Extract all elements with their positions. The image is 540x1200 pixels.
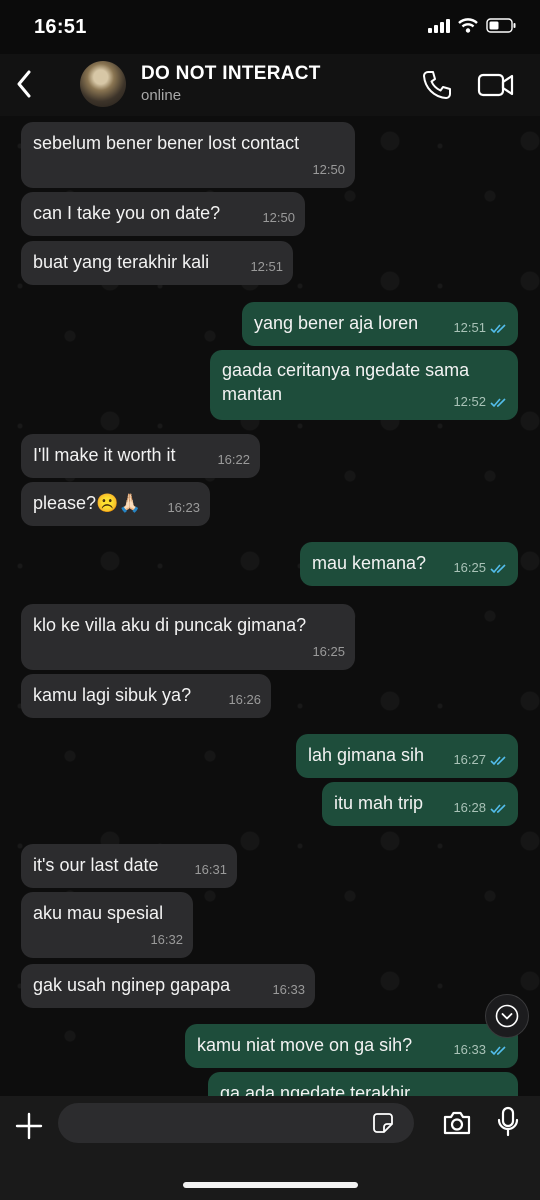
read-receipt-icon — [490, 755, 506, 765]
message-time: 16:33 — [453, 1042, 486, 1057]
phone-icon — [423, 71, 451, 99]
battery-icon — [486, 18, 516, 33]
message-incoming[interactable]: aku mau spesial 16:32 — [21, 892, 193, 958]
read-receipt-icon — [490, 323, 506, 333]
camera-icon — [443, 1111, 471, 1135]
message-incoming[interactable]: it's our last date 16:31 — [21, 844, 237, 888]
message-input[interactable] — [58, 1103, 414, 1143]
status-icons — [428, 18, 516, 33]
message-meta: 16:31 — [194, 858, 227, 882]
message-meta: 16:26 — [228, 688, 261, 712]
message-text: can I take you on date? — [33, 203, 221, 223]
chevron-left-icon — [17, 70, 31, 98]
message-meta: 16:23 — [167, 496, 200, 520]
message-text: gak usah nginep gapapa — [33, 975, 231, 995]
message-outgoing[interactable]: gaada ceritanya ngedate sama mantan 12:5… — [210, 350, 518, 420]
message-meta: 16:33 — [453, 1038, 508, 1062]
contact-name[interactable]: DO NOT INTERACT — [141, 63, 321, 85]
message-incoming[interactable]: can I take you on date? 12:50 — [21, 192, 305, 236]
microphone-icon — [497, 1106, 519, 1137]
message-text: buat yang terakhir kali — [33, 252, 210, 272]
message-incoming[interactable]: gak usah nginep gapapa 16:33 — [21, 964, 315, 1008]
message-outgoing[interactable]: itu mah trip 16:28 — [322, 782, 518, 826]
message-time: 16:23 — [167, 500, 200, 515]
message-time: 16:31 — [194, 862, 227, 877]
message-incoming[interactable]: sebelum bener bener lost contact 12:50 — [21, 122, 355, 188]
message-text: aku mau spesial — [33, 903, 164, 923]
message-time: 16:32 — [150, 932, 183, 947]
chat-area[interactable]: sebelum bener bener lost contact 12:50 c… — [0, 116, 540, 1096]
message-meta: 12:50 — [262, 206, 295, 230]
message-meta: 16:32 — [150, 928, 183, 952]
message-incoming[interactable]: please?☹️🙏🏻 16:23 — [21, 482, 210, 526]
sticker-button[interactable] — [372, 1112, 394, 1134]
message-meta: 16:25 — [453, 556, 508, 580]
message-time: 12:51 — [250, 259, 283, 274]
plus-icon — [15, 1112, 43, 1140]
status-bar: 16:51 — [0, 0, 540, 54]
message-time: 16:22 — [217, 452, 250, 467]
video-camera-icon — [477, 73, 514, 97]
message-meta: 16:28 — [453, 796, 508, 820]
scroll-to-bottom-button[interactable] — [485, 994, 529, 1038]
message-time: 12:50 — [262, 210, 295, 225]
message-outgoing[interactable]: kamu niat move on ga sih? 16:33 — [185, 1024, 518, 1068]
message-meta: 12:50 — [312, 158, 345, 182]
message-meta: 16:25 — [312, 640, 345, 664]
home-indicator — [183, 1182, 358, 1188]
message-outgoing[interactable]: yang bener aja loren 12:51 — [242, 302, 518, 346]
status-time: 16:51 — [34, 16, 87, 38]
message-time: 16:28 — [453, 800, 486, 815]
video-call-button[interactable] — [476, 68, 516, 102]
wifi-icon — [458, 18, 478, 33]
message-meta: 12:51 — [453, 316, 508, 340]
voice-call-button[interactable] — [420, 68, 454, 102]
message-text: kamu lagi sibuk ya? — [33, 685, 192, 705]
message-time: 12:50 — [312, 162, 345, 177]
message-meta: 16:33 — [272, 978, 305, 1002]
chevron-down-icon — [495, 1004, 519, 1028]
message-time: 16:25 — [453, 560, 486, 575]
message-meta: 12:52 — [453, 390, 508, 414]
message-meta: 12:51 — [250, 255, 283, 279]
attach-button[interactable] — [14, 1111, 44, 1141]
contact-status: online — [141, 87, 182, 104]
message-text: ga ada ngedate terakhir — [220, 1083, 411, 1096]
message-incoming[interactable]: klo ke villa aku di puncak gimana? 16:25 — [21, 604, 355, 670]
message-text: I'll make it worth it — [33, 445, 176, 465]
message-meta: 16:27 — [453, 748, 508, 772]
message-time: 16:26 — [228, 692, 261, 707]
message-time: 16:27 — [453, 752, 486, 767]
message-outgoing[interactable]: lah gimana sih 16:27 — [296, 734, 518, 778]
microphone-button[interactable] — [497, 1106, 519, 1138]
read-receipt-icon — [490, 563, 506, 573]
message-text: klo ke villa aku di puncak gimana? — [33, 615, 307, 635]
read-receipt-icon — [490, 1045, 506, 1055]
message-incoming[interactable]: kamu lagi sibuk ya? 16:26 — [21, 674, 271, 718]
message-incoming[interactable]: buat yang terakhir kali 12:51 — [21, 241, 293, 285]
camera-button[interactable] — [442, 1110, 472, 1136]
message-outgoing[interactable]: ga ada ngedate terakhir — [208, 1072, 518, 1096]
read-receipt-icon — [490, 803, 506, 813]
message-time: 16:25 — [312, 644, 345, 659]
sticker-icon — [373, 1113, 393, 1133]
message-time: 12:52 — [453, 394, 486, 409]
signal-icon — [428, 18, 450, 33]
message-incoming[interactable]: I'll make it worth it 16:22 — [21, 434, 260, 478]
read-receipt-icon — [490, 397, 506, 407]
message-time: 16:33 — [272, 982, 305, 997]
back-button[interactable] — [10, 66, 38, 102]
message-text: sebelum bener bener lost contact — [33, 133, 300, 153]
message-outgoing[interactable]: mau kemana? 16:25 — [300, 542, 518, 586]
chat-header: DO NOT INTERACT online — [0, 54, 540, 116]
message-time: 12:51 — [453, 320, 486, 335]
message-meta: 16:22 — [217, 448, 250, 472]
avatar[interactable] — [80, 61, 126, 107]
